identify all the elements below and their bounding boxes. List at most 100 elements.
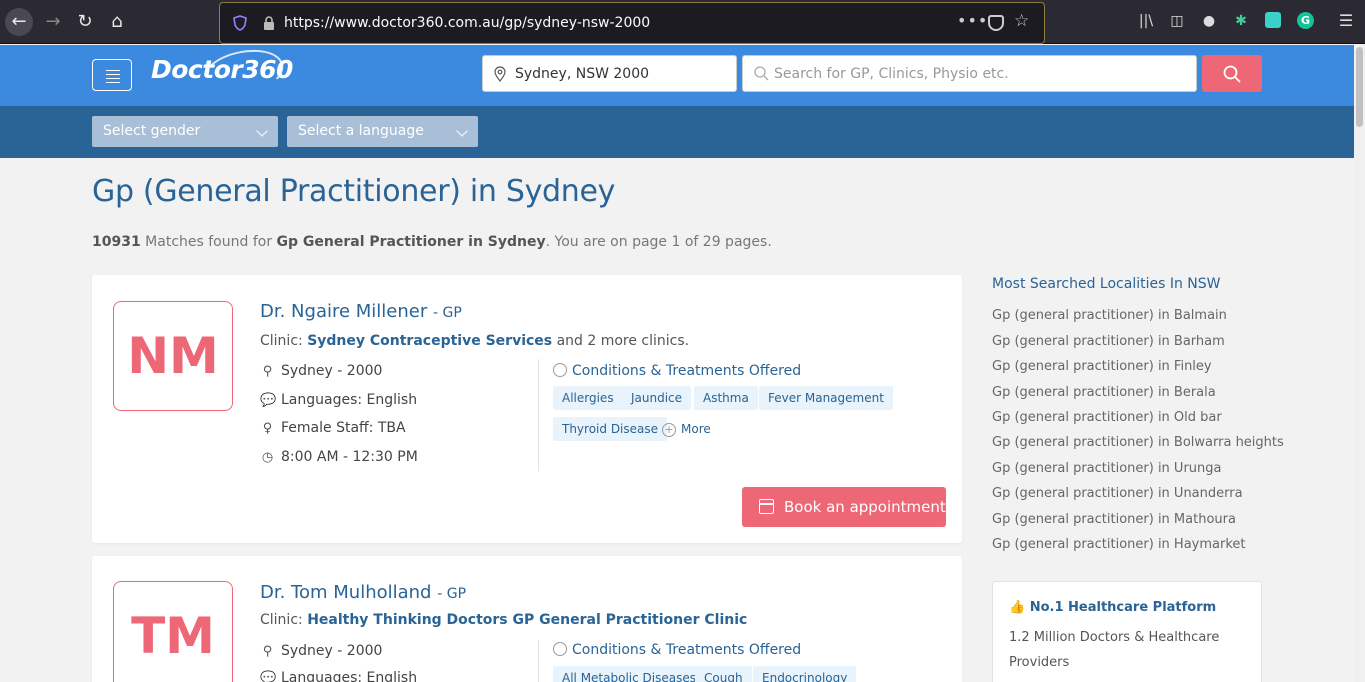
conditions-heading[interactable]: Conditions & Treatments Offered: [553, 363, 801, 379]
clinic-link[interactable]: Sydney Contraceptive Services: [307, 333, 552, 349]
check-circle-icon: [553, 363, 567, 377]
locality-link[interactable]: Gp (general practitioner) in Finley: [992, 359, 1212, 374]
matches-count: 10931: [92, 234, 141, 250]
search-icon: [754, 66, 769, 81]
conditions-heading[interactable]: Conditions & Treatments Offered: [553, 642, 801, 658]
doctor-clinic: Clinic: Sydney Contraceptive Services an…: [260, 333, 689, 349]
clinic-suffix: and 2 more clinics.: [552, 333, 690, 349]
female-icon: ♀: [262, 421, 273, 436]
tracking-shield-icon[interactable]: [233, 15, 247, 31]
condition-tag[interactable]: All Metabolic Diseases: [553, 666, 705, 682]
matches-summary: 10931 Matches found for Gp General Pract…: [92, 234, 772, 250]
condition-tag[interactable]: Asthma: [694, 386, 758, 410]
locality-link[interactable]: Gp (general practitioner) in Old bar: [992, 410, 1222, 425]
lock-icon[interactable]: [262, 15, 276, 31]
logo[interactable]: Doctor360: [151, 55, 293, 84]
condition-tag[interactable]: Endocrinology: [753, 666, 857, 682]
scrollbar-thumb[interactable]: [1356, 47, 1363, 127]
condition-tag[interactable]: Allergies: [553, 386, 623, 410]
doctor-role: - GP: [437, 586, 467, 602]
location-pin-icon: [494, 66, 506, 82]
doctor-card: NM Dr. Ngaire Millener - GP Clinic: Sydn…: [92, 275, 962, 543]
locality-link[interactable]: Gp (general practitioner) in Barham: [992, 334, 1225, 349]
sidebar-title: Most Searched Localities In NSW: [992, 276, 1221, 292]
browser-toolbar: ← → ↻ ⌂ https://www.doctor360.com.au/gp/…: [0, 0, 1365, 44]
clinic-prefix: Clinic:: [260, 612, 308, 628]
doctor-languages: 💬 Languages: English: [260, 392, 417, 408]
url-text[interactable]: https://www.doctor360.com.au/gp/sydney-n…: [284, 15, 650, 31]
address-bar[interactable]: https://www.doctor360.com.au/gp/sydney-n…: [219, 2, 1045, 44]
platform-heading: 👍 No.1 Healthcare Platform: [1009, 600, 1216, 615]
extension-icon[interactable]: ✱: [1232, 12, 1250, 30]
search-input[interactable]: Search for GP, Clinics, Physio etc.: [742, 55, 1197, 92]
doctor-clinic: Clinic: Healthy Thinking Doctors GP Gene…: [260, 612, 747, 628]
condition-tag[interactable]: Fever Management: [759, 386, 893, 410]
search-placeholder: Search for GP, Clinics, Physio etc.: [774, 66, 1009, 82]
card-divider: [538, 359, 539, 471]
account-icon[interactable]: ●: [1200, 12, 1218, 30]
gender-select[interactable]: Select gender: [92, 116, 278, 147]
condition-tag[interactable]: Thyroid Disease: [553, 417, 668, 441]
search-icon: [1223, 65, 1241, 83]
condition-tag[interactable]: Cough: [695, 666, 752, 682]
doctor-name-row: Dr. Ngaire Millener - GP: [260, 301, 462, 322]
conditions-heading-text: Conditions & Treatments Offered: [572, 363, 802, 379]
page-scrollbar[interactable]: [1354, 45, 1365, 682]
locality-link[interactable]: Gp (general practitioner) in Haymarket: [992, 537, 1246, 552]
chevron-down-icon: [256, 125, 268, 137]
menu-icon[interactable]: ☰: [1337, 12, 1355, 30]
pen-extension-icon[interactable]: [1265, 12, 1281, 28]
site-header: Doctor360 Sydney, NSW 2000 Search for GP…: [0, 42, 1354, 106]
locality-link[interactable]: Gp (general practitioner) in Unanderra: [992, 486, 1243, 501]
location-input[interactable]: Sydney, NSW 2000: [482, 55, 737, 92]
locality-link[interactable]: Gp (general practitioner) in Balmain: [992, 308, 1227, 323]
doctor-role: - GP: [433, 305, 462, 321]
bookmark-star-icon[interactable]: ☆: [1014, 11, 1029, 31]
platform-heading-text: No.1 Healthcare Platform: [1029, 600, 1217, 615]
locality-link[interactable]: Gp (general practitioner) in Bolwarra he…: [992, 435, 1284, 450]
gender-select-label: Select gender: [103, 123, 201, 139]
chat-bubble-icon: 💬: [260, 671, 277, 682]
more-conditions-link[interactable]: + More: [662, 417, 711, 441]
doctor-card: TM Dr. Tom Mulholland - GP Clinic: Healt…: [92, 556, 962, 682]
doctor-name[interactable]: Dr. Tom Mulholland: [260, 582, 431, 603]
home-icon[interactable]: ⌂: [103, 8, 131, 36]
location-pin-icon: ⚲: [262, 364, 273, 379]
locality-link[interactable]: Gp (general practitioner) in Mathoura: [992, 512, 1236, 527]
clinic-link[interactable]: Healthy Thinking Doctors GP General Prac…: [307, 612, 747, 628]
reload-icon[interactable]: ↻: [71, 8, 99, 36]
location-text: Sydney - 2000: [281, 643, 383, 659]
clinic-prefix: Clinic:: [260, 333, 308, 349]
search-button[interactable]: [1202, 55, 1262, 92]
locality-link[interactable]: Gp (general practitioner) in Urunga: [992, 461, 1221, 476]
doctor-name[interactable]: Dr. Ngaire Millener: [260, 301, 427, 322]
locality-link[interactable]: Gp (general practitioner) in Berala: [992, 385, 1216, 400]
check-circle-icon: [553, 642, 567, 656]
clock-icon: ◷: [261, 450, 274, 465]
condition-tag[interactable]: Jaundice: [622, 386, 692, 410]
location-value: Sydney, NSW 2000: [515, 66, 650, 82]
back-arrow-icon[interactable]: ←: [5, 8, 33, 36]
doctor-avatar[interactable]: TM: [113, 581, 233, 682]
language-select-label: Select a language: [298, 123, 424, 139]
doctor-location: ⚲ Sydney - 2000: [260, 363, 383, 379]
book-appointment-button[interactable]: Book an appointment: [742, 487, 946, 527]
hamburger-menu-button[interactable]: [92, 59, 132, 91]
filter-bar: Select gender Select a language: [0, 106, 1354, 158]
chat-bubble-icon: 💬: [260, 393, 277, 408]
thumbs-up-icon: 👍: [1009, 600, 1026, 615]
conditions-heading-text: Conditions & Treatments Offered: [572, 642, 802, 658]
pocket-icon[interactable]: [988, 15, 1004, 31]
page-actions-icon[interactable]: •••: [957, 11, 988, 30]
sidebar-icon[interactable]: ◫: [1168, 12, 1186, 30]
language-select[interactable]: Select a language: [287, 116, 478, 147]
page-title: Gp (General Practitioner) in Sydney: [92, 174, 616, 209]
doctor-avatar[interactable]: NM: [113, 301, 233, 411]
forward-arrow-icon[interactable]: →: [39, 8, 67, 36]
grammarly-icon[interactable]: G: [1297, 12, 1314, 29]
library-icon[interactable]: ||\: [1137, 12, 1155, 30]
card-divider: [538, 640, 539, 682]
location-text: Sydney - 2000: [281, 363, 383, 379]
doctor-name-row: Dr. Tom Mulholland - GP: [260, 582, 466, 603]
hours-text: 8:00 AM - 12:30 PM: [281, 449, 418, 465]
